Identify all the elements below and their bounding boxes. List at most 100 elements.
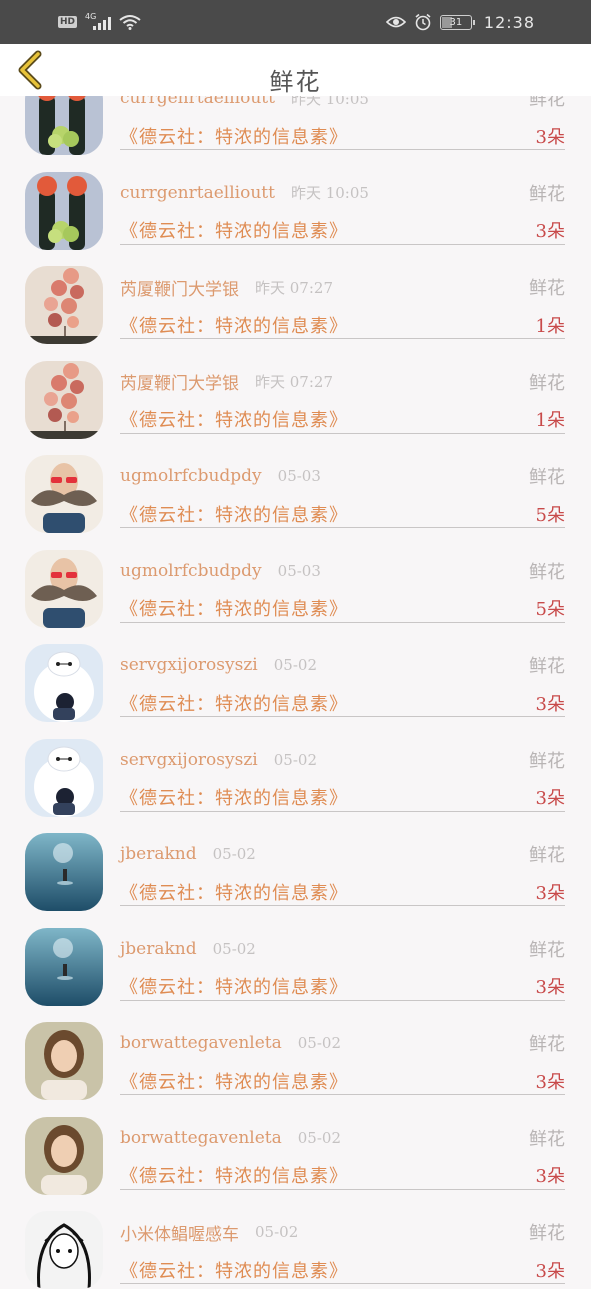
gift-type: 鲜花	[529, 845, 565, 866]
gift-type: 鲜花	[529, 1128, 565, 1150]
gift-type: 鲜花	[529, 372, 565, 394]
book-title: 《德云社：特浓的信息素》	[120, 693, 348, 715]
list-item[interactable]: ugmolrfcbudpdy 05-03 鲜花 《德云社：特浓的信息素》 5朵	[0, 436, 591, 533]
list-item[interactable]: ugmolrfcbudpdy 05-03 鲜花 《德云社：特浓的信息素》 5朵	[0, 531, 591, 628]
user-name: ugmolrfcbudpdy	[120, 560, 262, 581]
wifi-icon	[119, 14, 141, 30]
gift-time: 昨天 10:05	[290, 184, 369, 202]
status-left: HD 4G	[58, 12, 141, 30]
alarm-icon	[414, 13, 432, 31]
gift-count: 1朵	[535, 315, 565, 337]
hd-icon: HD	[58, 16, 78, 28]
network-type: 4G	[85, 12, 97, 21]
user-name: currgenrtaellioutt	[120, 182, 275, 203]
book-title: 《德云社：特浓的信息素》	[120, 1071, 348, 1093]
gift-type: 鲜花	[529, 939, 565, 961]
book-title: 《德云社：特浓的信息素》	[120, 788, 348, 809]
woman-portrait-avatar	[25, 1116, 103, 1195]
gift-count: 3朵	[535, 1071, 565, 1093]
balloons-avatar	[25, 360, 103, 439]
gift-count: 5朵	[535, 504, 565, 526]
robot-hug-avatar	[25, 644, 103, 722]
user-name: servgxijorosyszi	[120, 655, 258, 675]
user-name: 芮厦鞭门大学银	[120, 279, 239, 300]
gift-count: 3朵	[535, 1260, 565, 1282]
gift-count: 3朵	[535, 882, 565, 904]
user-name: jberaknd	[120, 938, 197, 959]
book-title: 《德云社：特浓的信息素》	[120, 977, 348, 998]
gift-count: 3朵	[535, 221, 565, 242]
gift-count: 3朵	[535, 693, 565, 715]
gift-time: 05-02	[297, 1128, 341, 1147]
woman-portrait-avatar	[25, 1022, 103, 1100]
status-bar: HD 4G 31 12:38	[0, 0, 591, 44]
mustache-man-avatar	[25, 455, 103, 533]
status-right: 31 12:38	[385, 12, 535, 32]
list-item[interactable]: servgxijorosyszi 05-02 鲜花 《德云社：特浓的信息素》 3…	[0, 625, 591, 722]
list-item[interactable]: 芮厦鞭门大学银 昨天 07:27 鲜花 《德云社：特浓的信息素》 1朵	[0, 342, 591, 439]
user-name: jberaknd	[120, 844, 197, 864]
battery-level: 31	[449, 16, 463, 28]
book-title: 《德云社：特浓的信息素》	[120, 1166, 348, 1187]
user-name: 小米体鲳喔感车	[120, 1224, 239, 1245]
gift-time: 05-02	[212, 939, 256, 958]
gift-type: 鲜花	[529, 561, 565, 583]
user-name: ugmolrfcbudpdy	[120, 466, 262, 486]
gift-type: 鲜花	[529, 656, 565, 677]
list-item[interactable]: servgxijorosyszi 05-02 鲜花 《德云社：特浓的信息素》 3…	[0, 720, 591, 817]
book-title: 《德云社：特浓的信息素》	[120, 126, 348, 148]
gift-time: 05-02	[255, 1223, 299, 1241]
list-item[interactable]: jberaknd 05-02 鲜花 《德云社：特浓的信息素》 3朵	[0, 814, 591, 911]
gift-count: 3朵	[535, 977, 565, 998]
gift-type: 鲜花	[529, 183, 565, 205]
signal-icon: 4G	[85, 12, 112, 30]
book-title: 《德云社：特浓的信息素》	[120, 410, 348, 431]
user-name: servgxijorosyszi	[120, 749, 258, 770]
gift-time: 05-03	[277, 467, 321, 485]
book-title: 《德云社：特浓的信息素》	[120, 504, 348, 526]
balloons-avatar	[25, 266, 103, 344]
gift-count: 3朵	[535, 126, 565, 148]
sea-swimmer-avatar	[25, 927, 103, 1006]
list-item[interactable]: borwattegavenleta 05-02 鲜花 《德云社：特浓的信息素》 …	[0, 1098, 591, 1195]
gift-time: 05-02	[273, 750, 317, 769]
gift-type: 鲜花	[529, 467, 565, 488]
cactus-avatar	[25, 171, 103, 250]
gift-time: 昨天 07:27	[255, 373, 333, 391]
clock: 12:38	[483, 12, 535, 32]
book-title: 《德云社：特浓的信息素》	[120, 1260, 348, 1282]
user-name: borwattegavenleta	[120, 1127, 282, 1148]
list-item[interactable]: currgenrtaellioutt 昨天 10:05 鲜花 《德云社：特浓的信…	[0, 153, 591, 250]
book-title: 《德云社：特浓的信息素》	[120, 599, 348, 620]
gift-time: 05-03	[277, 561, 321, 580]
nav-bar: 鲜花	[0, 44, 591, 96]
list-item[interactable]: 芮厦鞭门大学银 昨天 07:27 鲜花 《德云社：特浓的信息素》 1朵	[0, 247, 591, 344]
gift-type: 鲜花	[529, 278, 565, 299]
user-name: borwattegavenleta	[120, 1033, 282, 1053]
gift-list: currgenrtaellioutt 昨天 10:05 鲜花 《德云社：特浓的信…	[0, 58, 591, 1289]
sea-swimmer-avatar	[25, 833, 103, 911]
gift-type: 鲜花	[529, 1034, 565, 1055]
gift-count: 5朵	[535, 599, 565, 620]
list-item[interactable]: borwattegavenleta 05-02 鲜花 《德云社：特浓的信息素》 …	[0, 1003, 591, 1100]
list-item[interactable]: jberaknd 05-02 鲜花 《德云社：特浓的信息素》 3朵	[0, 909, 591, 1006]
book-title: 《德云社：特浓的信息素》	[120, 315, 348, 337]
sketch-girl-avatar	[25, 1211, 103, 1289]
book-title: 《德云社：特浓的信息素》	[120, 882, 348, 904]
book-title: 《德云社：特浓的信息素》	[120, 221, 348, 242]
list-item[interactable]: 小米体鲳喔感车 05-02 鲜花 《德云社：特浓的信息素》 3朵	[0, 1192, 591, 1289]
mustache-man-avatar	[25, 549, 103, 628]
gift-type: 鲜花	[529, 750, 565, 772]
eye-comfort-icon	[385, 15, 406, 29]
user-name: 芮厦鞭门大学银	[120, 374, 239, 394]
gift-time: 05-02	[212, 845, 256, 863]
battery-icon: 31	[439, 14, 475, 30]
gift-time: 昨天 07:27	[255, 278, 333, 297]
gift-count: 3朵	[535, 1166, 565, 1187]
page-title: 鲜花	[269, 68, 322, 96]
robot-hug-avatar	[25, 738, 103, 817]
gift-time: 05-02	[297, 1034, 341, 1052]
gift-count: 3朵	[535, 788, 565, 809]
gift-count: 1朵	[535, 410, 565, 431]
gift-type: 鲜花	[529, 1223, 565, 1244]
